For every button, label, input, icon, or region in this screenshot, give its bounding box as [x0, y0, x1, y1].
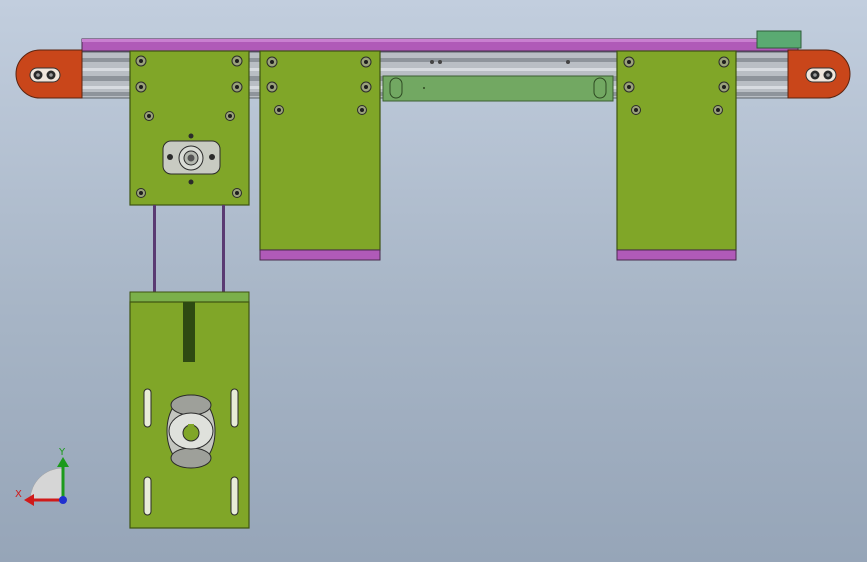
axis-z-dot: [59, 496, 67, 504]
axis-x-arrow: [24, 494, 34, 506]
middle-carriage-plate[interactable]: [259, 50, 381, 261]
motor-mount-plate[interactable]: [129, 291, 250, 529]
coordinate-triad: Y X: [15, 447, 69, 506]
axis-y-arrow: [57, 457, 69, 467]
right-carriage-plate[interactable]: [616, 50, 737, 261]
axis-x-label: X: [15, 489, 22, 500]
top-belt[interactable]: [81, 38, 799, 52]
cad-viewport[interactable]: Y X: [0, 0, 867, 562]
belt-tensioner-block[interactable]: [756, 30, 802, 49]
right-end-pulley[interactable]: [787, 49, 851, 99]
axis-y-label: Y: [58, 447, 66, 458]
motor-shaft-coupling[interactable]: [166, 394, 216, 469]
triad-backdrop: [29, 467, 64, 501]
model-view[interactable]: Y X: [0, 0, 867, 562]
left-carriage-plate[interactable]: [129, 50, 250, 206]
left-end-pulley[interactable]: [15, 49, 83, 99]
keyway-slot: [183, 302, 195, 362]
guide-rods[interactable]: [153, 205, 225, 293]
